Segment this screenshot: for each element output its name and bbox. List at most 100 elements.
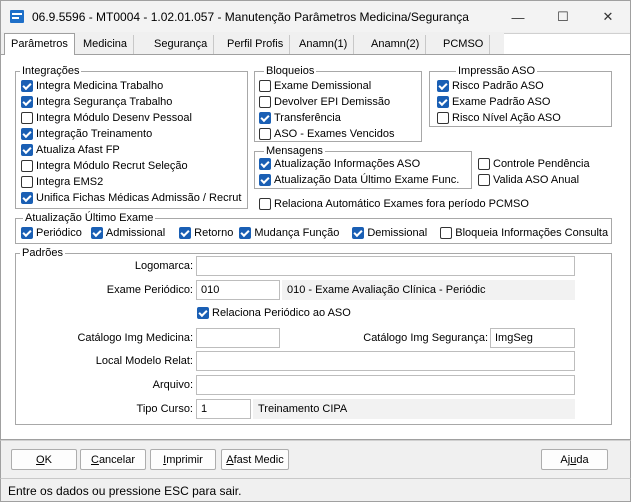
checkbox-box[interactable] (259, 128, 271, 140)
minimize-button[interactable]: — (503, 5, 533, 29)
ajuda-button[interactable]: Aj u da (541, 449, 608, 470)
tab-anamn-2[interactable]: Anamn(2) (365, 35, 427, 54)
catalogo-medicina-input[interactable] (196, 328, 280, 348)
checkbox-label: Mudança Função (254, 227, 340, 239)
tab-anamn-1[interactable]: Anamn(1) (293, 35, 355, 54)
integra-modulo-recrut-selecao-checkbox[interactable]: Integra Módulo Recrut Seleção (21, 159, 241, 173)
unifica-fichas-medicas-admissao-recrut-checkbox[interactable]: Unifica Fichas Médicas Admissão / Recrut (21, 191, 241, 205)
tab-medicina[interactable]: Medicina (77, 35, 135, 54)
impressao-list: Risco Padrão ASO Exame Padrão ASO Risco Ní… (437, 79, 561, 127)
tipo-curso-description: Treinamento CIPA (253, 399, 575, 419)
controle-pendencia-checkbox[interactable]: Controle Pendência (478, 157, 590, 171)
catalogo-seguranca-input[interactable]: ImgSeg (490, 328, 575, 348)
ok-button-hotkey: O (36, 453, 45, 466)
admissional-checkbox[interactable]: Admissional (90, 226, 166, 240)
checkbox-box[interactable] (259, 174, 271, 186)
local-modelo-input[interactable] (196, 351, 575, 371)
atualiza-afast-fp-checkbox[interactable]: Atualiza Afast FP (21, 143, 241, 157)
bloqueios-list: Exame Demissional Devolver EPI Demissão Tr… (259, 79, 394, 143)
checkbox-box[interactable] (21, 144, 33, 156)
close-button[interactable]: ✕ (593, 5, 623, 29)
tipo-curso-input[interactable]: 1 (196, 399, 251, 419)
checkbox-box[interactable] (478, 174, 490, 186)
atualizacao-title: Atualização Último Exame (23, 212, 156, 224)
demissional-checkbox[interactable]: Demissional (352, 226, 427, 240)
imprimir-button[interactable]: Imprimir (150, 449, 216, 470)
checkbox-box[interactable] (259, 96, 271, 108)
checkbox-label: Atualiza Afast FP (36, 144, 120, 156)
integra-modulo-desenv-pessoal-checkbox[interactable]: Integra Módulo Desenv Pessoal (21, 111, 241, 125)
tab-seguranca[interactable]: Segurança (148, 35, 215, 54)
checkbox-label: Integra Módulo Desenv Pessoal (36, 112, 192, 124)
checkbox-box[interactable] (21, 227, 33, 239)
bloqueia-informacoes-consulta-checkbox[interactable]: Bloqueia Informações Consulta (440, 226, 608, 240)
tab-pcmso[interactable]: PCMSO (437, 35, 491, 54)
ok-button-label-post: K (44, 453, 52, 466)
checkbox-box[interactable] (21, 192, 33, 204)
relaciona-automatico-checkbox[interactable]: Relaciona Automático Exames fora período… (259, 197, 529, 211)
checkbox-box[interactable] (259, 80, 271, 92)
integracao-treinamento-checkbox[interactable]: Integração Treinamento (21, 127, 241, 141)
checkbox-box[interactable] (21, 160, 33, 172)
checkbox-label: Demissional (367, 227, 428, 239)
integra-ems2-checkbox[interactable]: Integra EMS2 (21, 175, 241, 189)
devolver-epi-demissao-checkbox[interactable]: Devolver EPI Demissão (259, 95, 394, 109)
tab-parametros[interactable]: Parâmetros (4, 33, 75, 55)
maximize-button[interactable]: ☐ (548, 5, 578, 29)
afast-button-label-post: fast Medic (233, 453, 284, 466)
mudanca-funcao-checkbox[interactable]: Mudança Função (239, 226, 339, 240)
integra-seguranca-trabalho-checkbox[interactable]: Integra Segurança Trabalho (21, 95, 241, 109)
checkbox-box[interactable] (259, 112, 271, 124)
risco-nivel-acao-aso-checkbox[interactable]: Risco Nível Ação ASO (437, 111, 561, 125)
tab-perfil-profis[interactable]: Perfil Profis (221, 35, 291, 54)
checkbox-label: ASO - Exames Vencidos (274, 128, 395, 140)
ajuda-button-label-post: da (576, 453, 589, 466)
checkbox-box[interactable] (440, 227, 453, 239)
checkbox-label: Atualização Informações ASO (274, 158, 421, 170)
ajuda-button-label-pre: Aj (560, 453, 571, 466)
checkbox-box[interactable] (259, 198, 271, 210)
checkbox-box[interactable] (437, 96, 449, 108)
logomarca-input[interactable] (196, 256, 575, 276)
checkbox-box[interactable] (21, 112, 33, 124)
integra-medicina-trabalho-checkbox[interactable]: Integra Medicina Trabalho (21, 79, 241, 93)
checkbox-box[interactable] (437, 112, 449, 124)
risco-padrao-aso-checkbox[interactable]: Risco Padrão ASO (437, 79, 561, 93)
periodico-checkbox[interactable]: Periódico (21, 226, 82, 240)
window-title: 06.9.5596 - MT0004 - 1.02.01.057 - Manut… (32, 10, 469, 24)
checkbox-label: Integração Treinamento (36, 128, 153, 140)
arquivo-input[interactable] (196, 375, 575, 395)
checkbox-box[interactable] (21, 128, 33, 140)
imprimir-button-label-post: mprimir (166, 453, 203, 466)
checkbox-box[interactable] (478, 158, 490, 170)
checkbox-box[interactable] (259, 158, 271, 170)
exame-demissional-checkbox[interactable]: Exame Demissional (259, 79, 394, 93)
checkbox-box[interactable] (352, 227, 365, 239)
transferencia-checkbox[interactable]: Transferência (259, 111, 394, 125)
checkbox-box[interactable] (21, 176, 33, 188)
relaciona-periodico-checkbox[interactable]: Relaciona Periódico ao ASO (197, 306, 351, 320)
afast-medic-button[interactable]: Afast Medic (221, 449, 289, 470)
atualizacao-list: Periódico Admissional Retorno Mudança Funçã… (21, 226, 608, 240)
checkbox-box[interactable] (179, 227, 192, 239)
checkbox-box[interactable] (197, 307, 209, 319)
valida-aso-anual-checkbox[interactable]: Valida ASO Anual (478, 173, 579, 187)
cancelar-button-label-post: ancelar (98, 453, 136, 466)
checkbox-label: Admissional (105, 227, 166, 239)
atualizacao-data-ultimo-exame-func-checkbox[interactable]: Atualização Data Último Exame Func. (259, 173, 459, 187)
retorno-checkbox[interactable]: Retorno (179, 226, 233, 240)
checkbox-box[interactable] (90, 227, 103, 239)
checkbox-box[interactable] (239, 227, 252, 239)
cancelar-button[interactable]: Cancelar (80, 449, 146, 470)
checkbox-label: Atualização Data Último Exame Func. (274, 174, 460, 186)
ok-button[interactable]: OK (11, 449, 77, 470)
checkbox-box[interactable] (437, 80, 449, 92)
checkbox-box[interactable] (21, 96, 33, 108)
checkbox-box[interactable] (21, 80, 33, 92)
checkbox-label: Periódico (36, 227, 82, 239)
atualizacao-informacoes-aso-checkbox[interactable]: Atualização Informações ASO (259, 157, 459, 171)
exame-padrao-aso-checkbox[interactable]: Exame Padrão ASO (437, 95, 561, 109)
aso-exames-vencidos-checkbox[interactable]: ASO - Exames Vencidos (259, 127, 394, 141)
exame-periodico-input[interactable]: 010 (196, 280, 280, 300)
checkbox-label: Retorno (194, 227, 234, 239)
